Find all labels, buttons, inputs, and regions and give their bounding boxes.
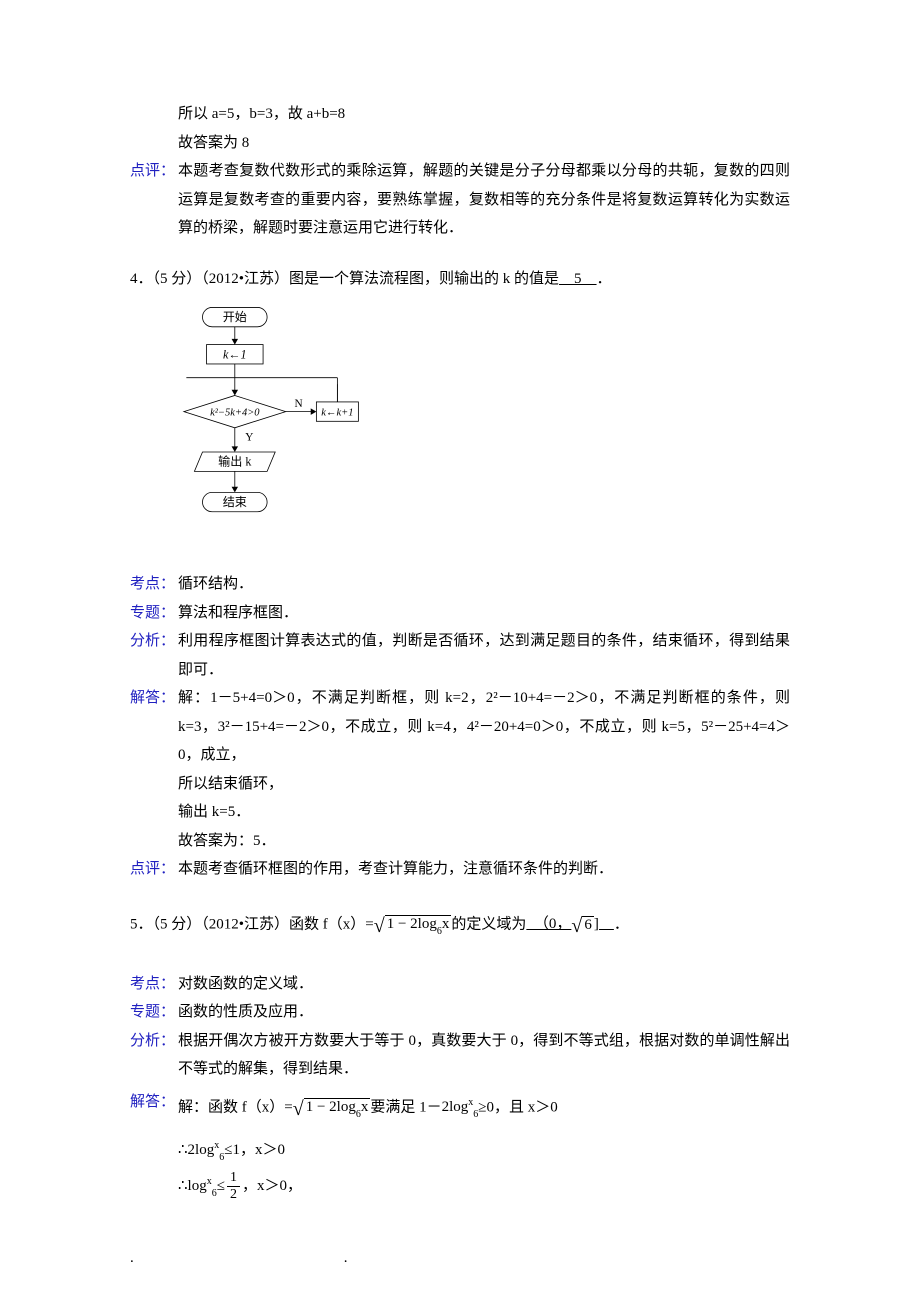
q4-stem: 4．（5 分）（2012•江苏）图是一个算法流程图，则输出的 k 的值是 5 ． [130,265,790,294]
q4-kaodian: 考点： 循环结构． [130,570,790,599]
kaodian-label: 考点： [130,570,178,599]
fenxi-label: 分析： [130,627,178,684]
fenxi-label: 分析： [130,1027,178,1084]
q3-review-row: 点评： 本题考查复数代数形式的乘除运算，解题的关键是分子分母都乘以分母的共轭，复… [130,157,790,243]
q5-kaodian: 考点： 对数函数的定义域． [130,970,790,999]
q4-fenxi: 分析： 利用程序框图计算表达式的值，判断是否循环，达到满足题目的条件，结束循环，… [130,627,790,684]
q4-jie3: 输出 k=5． [130,798,790,827]
q3-review-text: 本题考查复数代数形式的乘除运算，解题的关键是分子分母都乘以分母的共轭，复数的四则… [178,157,790,243]
dianping-label: 点评： [130,855,178,884]
q5-answer-blank: （0，√6] [526,916,614,932]
flowchart: 开始 k←1 k²−5k+4>0 N k←k+1 [150,303,360,538]
q4-zhuanti: 专题： 算法和程序框图． [130,599,790,628]
q5-zhuanti: 专题： 函数的性质及应用． [130,998,790,1027]
zhuanti-label: 专题： [130,599,178,628]
flow-start: 开始 [223,310,247,324]
q5-fenxi: 分析： 根据开偶次方被开方数要大于等于 0，真数要大于 0，得到不等式组，根据对… [130,1027,790,1084]
kaodian-label: 考点： [130,970,178,999]
jieda-label: 解答： [130,1084,178,1132]
q4-jie4: 故答案为：5． [130,827,790,856]
q4-dianping: 点评： 本题考查循环框图的作用，考查计算能力，注意循环条件的判断． [130,855,790,884]
flow-end: 结束 [223,495,247,509]
q3-solve-line2: 故答案为 8 [130,129,790,158]
q5-jieda: 解答： 解：函数 f（x）=√1 − 2log6x要满足 1－2logx6≥0，… [130,1084,790,1132]
q5-jie2: ∴2logx6≤1，x＞0 [130,1132,790,1168]
q4-jie2: 所以结束循环， [130,770,790,799]
review-label: 点评： [130,157,178,243]
zhuanti-label: 专题： [130,998,178,1027]
q4-jieda: 解答： 解：1－5+4=0＞0，不满足判断框，则 k=2，2²－10+4=－2＞… [130,684,790,770]
jieda-label: 解答： [130,684,178,770]
flow-y: Y [245,432,253,444]
flow-n: N [295,398,303,410]
q5-jie3: ∴logx6≤12，x＞0， [130,1168,790,1204]
flow-output: 输出 k [218,454,252,469]
fraction-half: 12 [227,1171,240,1202]
q5-stem: 5．（5 分）（2012•江苏）函数 f（x）=√1 − 2log6x的定义域为… [130,906,790,944]
flow-update: k←k+1 [321,408,353,419]
q3-solve-line1: 所以 a=5，b=3，故 a+b=8 [130,100,790,129]
sqrt-expr: √1 − 2log6x [374,906,452,944]
flow-cond: k²−5k+4>0 [210,408,260,419]
footer-dots: . . [130,1244,790,1273]
flow-init: k←1 [223,347,247,361]
q4-answer-blank: 5 [559,271,597,287]
